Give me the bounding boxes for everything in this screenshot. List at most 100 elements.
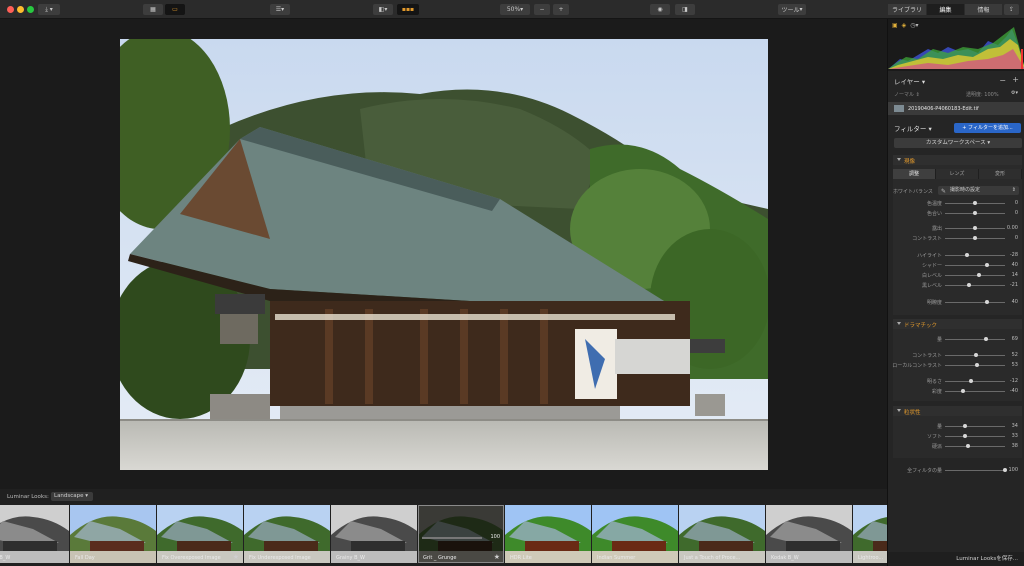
slider-knob[interactable] (985, 300, 989, 304)
single-view-button[interactable]: ▭ (165, 4, 185, 15)
slider-track[interactable] (945, 275, 1005, 276)
tab-adjust[interactable]: 調整 (893, 169, 936, 179)
minimize-window-button[interactable] (17, 6, 24, 13)
look-thumbnail[interactable]: HDR Lite (505, 505, 591, 563)
develop-filter-header[interactable]: 現像 (893, 155, 1022, 165)
look-thumbnail[interactable]: Airy B_W (0, 505, 69, 563)
layer-row[interactable]: 20190406-P4060183-Edit.tif (888, 102, 1024, 115)
zoom-in-button[interactable]: + (553, 4, 569, 15)
add-layer-button[interactable]: + (1012, 75, 1019, 84)
slider-track[interactable] (945, 302, 1005, 303)
slider-knob[interactable] (974, 363, 979, 367)
slider-track[interactable] (945, 470, 1005, 471)
slider-track[interactable] (945, 381, 1005, 382)
look-thumbnail[interactable]: Just a Touch of Proce... (679, 505, 765, 563)
zoom-out-button[interactable]: − (534, 4, 550, 15)
look-thumbnail[interactable]: Kodak B_W (766, 505, 852, 563)
slider-knob[interactable] (964, 253, 969, 257)
tab-info[interactable]: 情報 (965, 4, 1002, 15)
slider-track[interactable] (945, 265, 1005, 266)
slider-track[interactable] (945, 426, 1005, 427)
tab-library[interactable]: ライブラリ (888, 4, 926, 15)
eyedropper-icon[interactable]: ✎ (941, 187, 946, 196)
slider-value[interactable]: -12 (1010, 378, 1018, 384)
tab-lens[interactable]: レンズ (936, 169, 979, 179)
slider-knob[interactable] (985, 263, 989, 267)
slider-value[interactable]: -40 (1010, 388, 1018, 394)
look-thumbnail[interactable]: Fix Overexposed Image ★ (157, 505, 243, 563)
grain-filter-header[interactable]: 粒状性 (893, 406, 1022, 416)
favorite-star-icon[interactable]: ★ (494, 553, 500, 561)
look-thumbnail[interactable]: 100 Grit _ Grunge ★ (418, 505, 504, 563)
slider-value[interactable]: 53 (1012, 362, 1018, 368)
slider-value[interactable]: 34 (1012, 423, 1018, 429)
slider-track[interactable] (945, 436, 1005, 437)
look-thumbnail[interactable]: Indian Summer (592, 505, 678, 563)
image-canvas[interactable] (0, 19, 887, 489)
preview-button[interactable]: ◉ (650, 4, 670, 15)
slider-knob[interactable] (984, 337, 989, 341)
look-amount-slider[interactable]: 100 (422, 534, 500, 541)
slider-knob[interactable] (965, 444, 970, 448)
main-photo[interactable] (120, 39, 768, 470)
slider-knob[interactable] (973, 236, 977, 240)
slider-value[interactable]: 0.00 (1007, 225, 1018, 231)
slider-knob[interactable] (963, 424, 968, 428)
layer-settings-gear-icon[interactable]: ⚙▾ (1011, 90, 1018, 96)
slider-track[interactable] (945, 391, 1005, 392)
favorite-star-icon[interactable]: ★ (233, 553, 239, 561)
slider-knob[interactable] (962, 434, 967, 438)
slider-value[interactable]: 38 (1012, 443, 1018, 449)
slider-knob[interactable] (977, 273, 982, 277)
slider-value[interactable]: 33 (1012, 433, 1018, 439)
slider-knob[interactable] (967, 283, 971, 287)
look-thumbnail[interactable]: Fix Underexposed Image (244, 505, 330, 563)
slider-value[interactable]: -21 (1010, 282, 1018, 288)
slider-value[interactable]: 14 (1012, 272, 1018, 278)
sort-menu-button[interactable]: ☰▾ (270, 4, 290, 15)
slider-value[interactable]: 69 (1012, 336, 1018, 342)
slider-value[interactable]: 0 (1015, 200, 1018, 206)
layer-opacity[interactable]: 透明度: 100% (966, 91, 999, 98)
layers-title[interactable]: レイヤー ▾ (894, 76, 925, 86)
slider-track[interactable] (945, 446, 1005, 447)
import-button[interactable]: ⤓ ▾ (38, 4, 60, 15)
zoom-window-button[interactable] (27, 6, 34, 13)
slider-value[interactable]: 40 (1012, 299, 1018, 305)
slider-knob[interactable] (973, 211, 977, 215)
layer-blend-mode[interactable]: ノーマル ⇕ (894, 91, 920, 98)
look-thumbnail[interactable]: Grainy B_W (331, 505, 417, 563)
share-button[interactable]: ⇪ (1004, 4, 1019, 15)
slider-knob[interactable] (973, 226, 977, 230)
slider-value[interactable]: -28 (1010, 252, 1018, 258)
slider-knob[interactable] (961, 389, 965, 393)
slider-value[interactable]: 0 (1015, 235, 1018, 241)
add-filter-button[interactable]: + フィルターを追加... (954, 123, 1021, 133)
slider-track[interactable] (945, 285, 1005, 286)
tab-edit[interactable]: 編集 (927, 4, 964, 15)
dramatic-filter-header[interactable]: ドラマチック (893, 319, 1022, 329)
filmstrip-toggle-button[interactable]: ▪▪▪ (397, 4, 419, 15)
look-thumbnail[interactable]: Fall Day (70, 505, 156, 563)
slider-knob[interactable] (973, 201, 977, 205)
slider-value[interactable]: 52 (1012, 352, 1018, 358)
white-balance-select[interactable]: ✎ 撮影時の設定 ⇕ (938, 186, 1019, 195)
slider-knob[interactable] (974, 353, 979, 357)
slider-track[interactable] (945, 255, 1005, 256)
slider-value[interactable]: 40 (1012, 262, 1018, 268)
remove-layer-button[interactable]: − (999, 76, 1006, 85)
slider-knob[interactable] (969, 379, 974, 383)
slider-knob[interactable] (1003, 468, 1007, 472)
slider-value[interactable]: 0 (1015, 210, 1018, 216)
tools-menu-button[interactable]: ツール ▾ (778, 4, 806, 15)
filters-title[interactable]: フィルター ▾ (894, 123, 932, 133)
close-window-button[interactable] (7, 6, 14, 13)
save-looks-button[interactable]: Luminar Looksを保存... (888, 552, 1024, 566)
filter-amount-value[interactable]: 100 (1008, 467, 1018, 473)
side-panel-button[interactable]: ◧▾ (373, 4, 393, 15)
looks-category-select[interactable]: Landscape ▾ (51, 492, 93, 501)
workspace-select[interactable]: カスタムワークスペース ▾ (894, 138, 1022, 148)
grid-view-button[interactable]: ▦ (143, 4, 163, 15)
tab-transform[interactable]: 変形 (979, 169, 1022, 179)
zoom-level-select[interactable]: 50% ▾ (500, 4, 530, 15)
